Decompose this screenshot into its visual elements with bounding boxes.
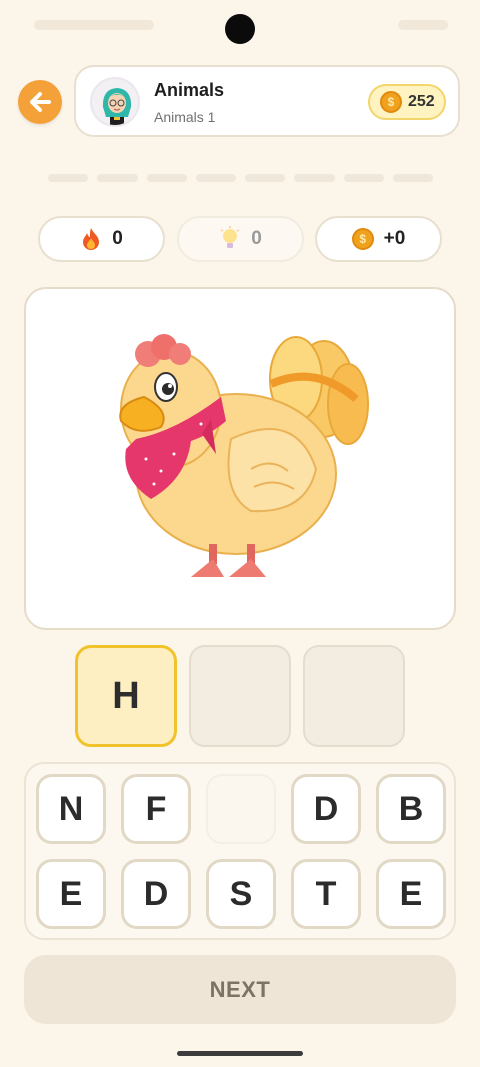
letter-key[interactable]: T xyxy=(291,859,361,929)
earned-coins-value: +0 xyxy=(383,228,406,249)
letter-key[interactable]: N xyxy=(36,774,106,844)
streak-counter: 0 xyxy=(38,216,165,262)
lightbulb-icon xyxy=(220,226,240,248)
letter-key[interactable]: D xyxy=(291,774,361,844)
coin-balance[interactable]: $ 252 xyxy=(368,84,446,120)
avatar[interactable] xyxy=(90,77,140,127)
progress-segment xyxy=(392,174,433,182)
avatar-girl-icon xyxy=(102,88,132,125)
back-button[interactable] xyxy=(18,80,62,124)
answer-slot[interactable]: H xyxy=(75,645,177,747)
progress-segment xyxy=(245,174,286,182)
fire-icon xyxy=(83,228,100,250)
coin-icon: $ xyxy=(380,91,402,113)
answer-slot[interactable] xyxy=(189,645,291,747)
earned-coins: $ +0 xyxy=(315,216,442,262)
level-name: Animals 1 xyxy=(154,109,216,125)
camera-cutout xyxy=(225,14,255,44)
letter-key[interactable]: D xyxy=(121,859,191,929)
hint-count: 0 xyxy=(251,228,262,249)
level-category-title: Animals xyxy=(154,80,225,100)
progress-segment xyxy=(146,174,187,182)
progress-segment xyxy=(97,174,138,182)
letter-key[interactable]: S xyxy=(206,859,276,929)
coin-balance-value: 252 xyxy=(408,93,435,110)
progress-segment xyxy=(294,174,335,182)
progress-segment xyxy=(48,174,89,182)
next-button[interactable]: NEXT xyxy=(24,955,456,1024)
status-bar-right xyxy=(398,20,448,30)
level-header-card: Animals Animals 1 $ 252 xyxy=(74,65,460,137)
coin-icon: $ xyxy=(351,228,374,250)
status-bar xyxy=(0,0,480,56)
streak-value: 0 xyxy=(112,228,123,249)
picture-card xyxy=(24,287,456,630)
hen-illustration xyxy=(119,334,369,577)
arrow-left-icon xyxy=(30,92,51,112)
progress-segment xyxy=(195,174,236,182)
progress-segment xyxy=(343,174,384,182)
answer-slot[interactable] xyxy=(303,645,405,747)
letter-keyboard: N F D B E D S T E xyxy=(24,762,456,940)
letter-key[interactable]: B xyxy=(376,774,446,844)
status-bar-left xyxy=(34,20,154,30)
level-progress xyxy=(48,174,433,182)
home-indicator[interactable] xyxy=(177,1051,303,1056)
letter-key[interactable]: E xyxy=(36,859,106,929)
hint-button[interactable]: 0 xyxy=(177,216,304,262)
letter-key-used xyxy=(206,774,276,844)
letter-key[interactable]: E xyxy=(376,859,446,929)
letter-key[interactable]: F xyxy=(121,774,191,844)
